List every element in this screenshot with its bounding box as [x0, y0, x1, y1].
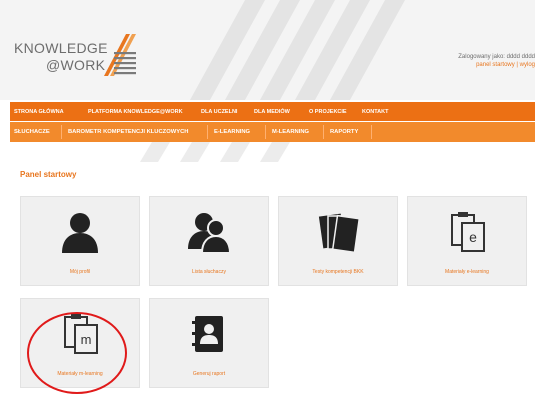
logo-mark-icon	[104, 34, 136, 76]
tile-e-learning-materials[interactable]: e Materiały e-learning	[407, 196, 527, 286]
nav-item-students[interactable]: SŁUCHACZE	[14, 122, 50, 142]
logged-in-user-text: Zalogowany jako: dddd dddd	[458, 54, 535, 60]
users-icon	[188, 213, 232, 253]
nav-item-e-learning[interactable]: E-LEARNING	[214, 122, 250, 142]
svg-text:e: e	[469, 229, 477, 245]
tile-label: Materiały e-learning	[445, 269, 489, 275]
nav-divider	[323, 125, 324, 139]
nav-item-contact[interactable]: KONTAKT	[362, 102, 388, 121]
tile-students-list[interactable]: Lista słuchaczy	[149, 196, 269, 286]
tile-label: Generuj raport	[192, 371, 226, 377]
nav-divider	[61, 125, 62, 139]
page: KNOWLEDGE @WORK Zalogowany jako: dddd dd…	[0, 0, 535, 394]
site-header: KNOWLEDGE @WORK Zalogowany jako: dddd dd…	[0, 0, 535, 100]
tile-bkk-tests[interactable]: Testy kompetencji BKK	[278, 196, 398, 286]
user-links[interactable]: panel startowy | wylog	[415, 62, 535, 68]
secondary-navigation: SŁUCHACZE BAROMETR KOMPETENCJI KLUCZOWYC…	[10, 122, 535, 142]
address-book-icon	[192, 316, 223, 352]
nav-item-media[interactable]: DLA MEDIÓW	[254, 102, 290, 121]
tile-generate-report[interactable]: Generuj raport	[149, 298, 269, 388]
page-title: Panel startowy	[20, 170, 77, 179]
nav-divider	[371, 125, 372, 139]
nav-divider	[265, 125, 266, 139]
nav-item-universities[interactable]: DLA UCZELNI	[201, 102, 237, 121]
clipboard-e-icon: e	[451, 212, 485, 252]
logo-text-work: @WORK	[46, 57, 106, 73]
primary-navigation: STRONA GŁÓWNA PLATFORMA KNOWLEDGE@WORK D…	[10, 102, 535, 121]
nav-item-about[interactable]: O PROJEKCIE	[309, 102, 347, 121]
logo-text-knowledge: KNOWLEDGE	[14, 40, 108, 56]
header-stripes-decoration	[190, 0, 405, 100]
nav-item-platform[interactable]: PLATFORMA KNOWLEDGE@WORK	[88, 102, 183, 121]
tile-label: Lista słuchaczy	[192, 269, 226, 275]
highlight-circle-annotation	[27, 312, 127, 394]
nav-item-barometer[interactable]: BAROMETR KOMPETENCJI KLUCZOWYCH	[68, 122, 188, 142]
user-icon	[62, 213, 98, 253]
nav-item-home[interactable]: STRONA GŁÓWNA	[14, 102, 64, 121]
nav-item-reports[interactable]: RAPORTY	[330, 122, 358, 142]
tile-label: Mój profil	[69, 269, 91, 275]
content-stripes-decoration	[140, 142, 290, 162]
nav-divider	[207, 125, 208, 139]
tile-my-profile[interactable]: Mój profil	[20, 196, 140, 286]
nav-item-m-learning[interactable]: M-LEARNING	[272, 122, 309, 142]
tile-label: Testy kompetencji BKK	[312, 269, 364, 275]
documents-icon	[318, 213, 361, 253]
site-logo[interactable]: KNOWLEDGE @WORK	[10, 30, 150, 90]
